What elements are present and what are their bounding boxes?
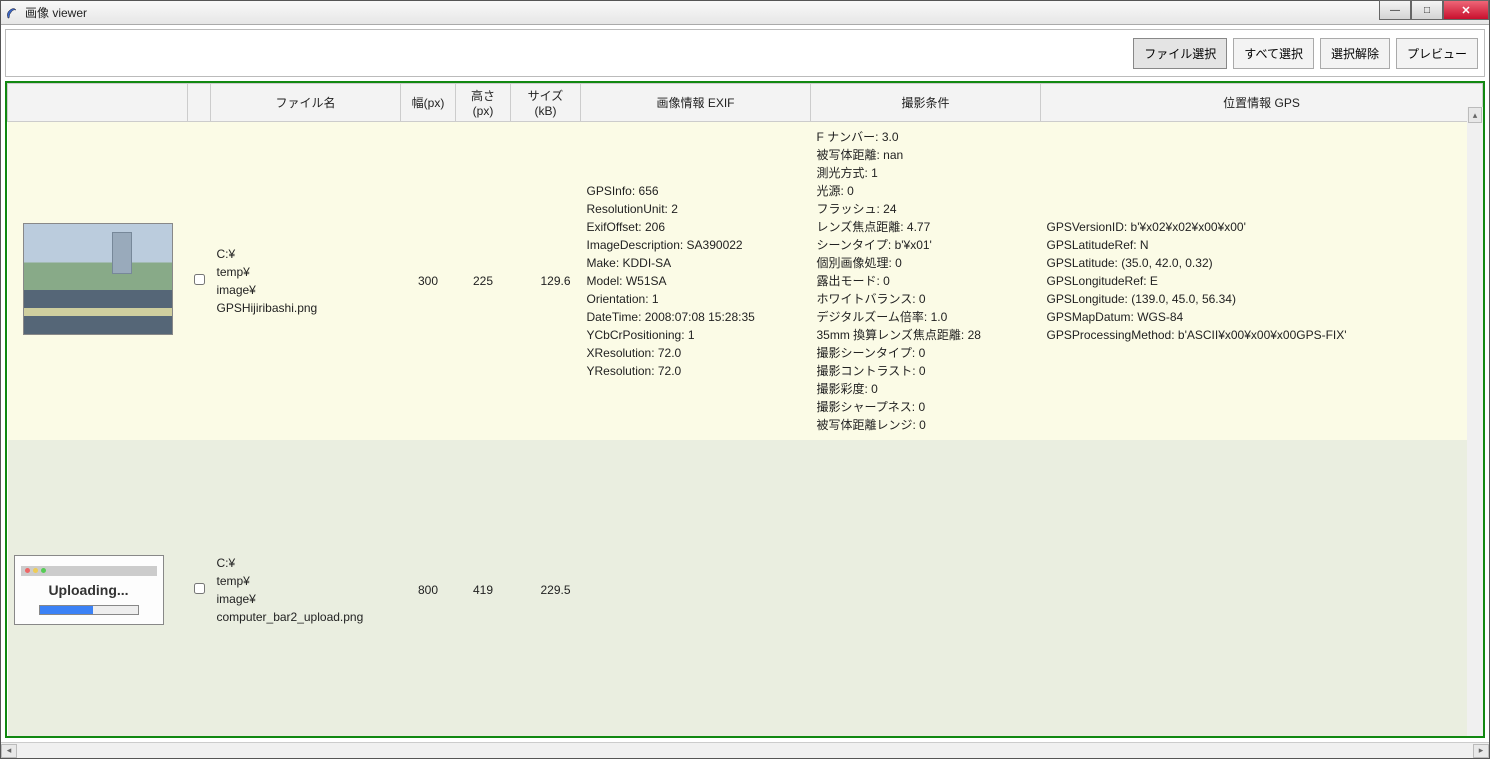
deselect-button[interactable]: 選択解除 xyxy=(1320,38,1390,69)
window-controls: — □ ✕ xyxy=(1379,0,1489,20)
window-title: 画像 viewer xyxy=(25,4,87,21)
header-width[interactable]: 幅(px) xyxy=(401,84,456,122)
cell-cond xyxy=(811,440,1041,736)
cell-gps: GPSVersionID: b'¥x02¥x02¥x00¥x00' GPSLat… xyxy=(1041,122,1483,441)
cell-height: 225 xyxy=(456,122,511,441)
preview-button[interactable]: プレビュー xyxy=(1396,38,1478,69)
vertical-scrollbar[interactable]: ▴ xyxy=(1467,107,1483,736)
upload-label: Uploading... xyxy=(48,580,128,601)
cell-size: 229.5 xyxy=(511,440,581,736)
table-scroll[interactable]: ファイル名 幅(px) 高さ(px) サイズ(kB) 画像情報 EXIF 撮影条… xyxy=(7,83,1483,736)
scroll-right-icon[interactable]: ▸ xyxy=(1473,744,1489,758)
app-window: 画像 viewer — □ ✕ ファイル選択 すべて選択 選択解除 プレビュー … xyxy=(0,0,1490,759)
scroll-left-icon[interactable]: ◂ xyxy=(1,744,17,758)
scroll-up-icon[interactable]: ▴ xyxy=(1468,107,1482,123)
header-height[interactable]: 高さ(px) xyxy=(456,84,511,122)
select-all-button[interactable]: すべて選択 xyxy=(1233,38,1314,69)
thumbnail-image[interactable]: Uploading... xyxy=(14,555,164,625)
header-cond[interactable]: 撮影条件 xyxy=(811,84,1041,122)
file-select-button[interactable]: ファイル選択 xyxy=(1133,38,1227,69)
maximize-button[interactable]: □ xyxy=(1411,0,1443,20)
table-row[interactable]: Uploading... C:¥ temp¥ image¥ computer_b… xyxy=(8,440,1483,736)
header-exif[interactable]: 画像情報 EXIF xyxy=(581,84,811,122)
content-area: ファイル名 幅(px) 高さ(px) サイズ(kB) 画像情報 EXIF 撮影条… xyxy=(5,81,1485,738)
cell-cond: F ナンバー: 3.0 被写体距離: nan 測光方式: 1 光源: 0 フラッ… xyxy=(811,122,1041,441)
maximize-icon: □ xyxy=(1424,5,1430,16)
cell-filename: C:¥ temp¥ image¥ computer_bar2_upload.pn… xyxy=(211,440,401,736)
scroll-track[interactable] xyxy=(17,744,1473,758)
cell-filename: C:¥ temp¥ image¥ GPSHijiribashi.png xyxy=(211,122,401,441)
titlebar[interactable]: 画像 viewer — □ ✕ xyxy=(1,1,1489,25)
cell-thumb xyxy=(8,122,188,441)
cell-thumb: Uploading... xyxy=(8,440,188,736)
app-icon xyxy=(5,6,19,20)
close-icon: ✕ xyxy=(1461,4,1470,17)
header-check[interactable] xyxy=(188,84,211,122)
toolbar: ファイル選択 すべて選択 選択解除 プレビュー xyxy=(5,29,1485,77)
image-table: ファイル名 幅(px) 高さ(px) サイズ(kB) 画像情報 EXIF 撮影条… xyxy=(7,83,1483,736)
cell-width: 300 xyxy=(401,122,456,441)
cell-check xyxy=(188,440,211,736)
thumbnail-image[interactable] xyxy=(23,223,173,335)
row-checkbox[interactable] xyxy=(194,583,205,594)
header-filename[interactable]: ファイル名 xyxy=(211,84,401,122)
row-checkbox[interactable] xyxy=(194,274,205,285)
header-gps[interactable]: 位置情報 GPS xyxy=(1041,84,1483,122)
cell-width: 800 xyxy=(401,440,456,736)
minimize-button[interactable]: — xyxy=(1379,0,1411,20)
cell-exif xyxy=(581,440,811,736)
close-button[interactable]: ✕ xyxy=(1443,0,1489,20)
cell-gps xyxy=(1041,440,1483,736)
table-row[interactable]: C:¥ temp¥ image¥ GPSHijiribashi.png 300 … xyxy=(8,122,1483,441)
cell-check xyxy=(188,122,211,441)
cell-size: 129.6 xyxy=(511,122,581,441)
cell-exif: GPSInfo: 656 ResolutionUnit: 2 ExifOffse… xyxy=(581,122,811,441)
header-thumb[interactable] xyxy=(8,84,188,122)
minimize-icon: — xyxy=(1390,5,1400,16)
header-size[interactable]: サイズ(kB) xyxy=(511,84,581,122)
header-row: ファイル名 幅(px) 高さ(px) サイズ(kB) 画像情報 EXIF 撮影条… xyxy=(8,84,1483,122)
horizontal-scrollbar[interactable]: ◂ ▸ xyxy=(1,742,1489,758)
progress-bar-icon xyxy=(39,605,139,615)
browser-chrome-icon xyxy=(21,566,157,576)
cell-height: 419 xyxy=(456,440,511,736)
